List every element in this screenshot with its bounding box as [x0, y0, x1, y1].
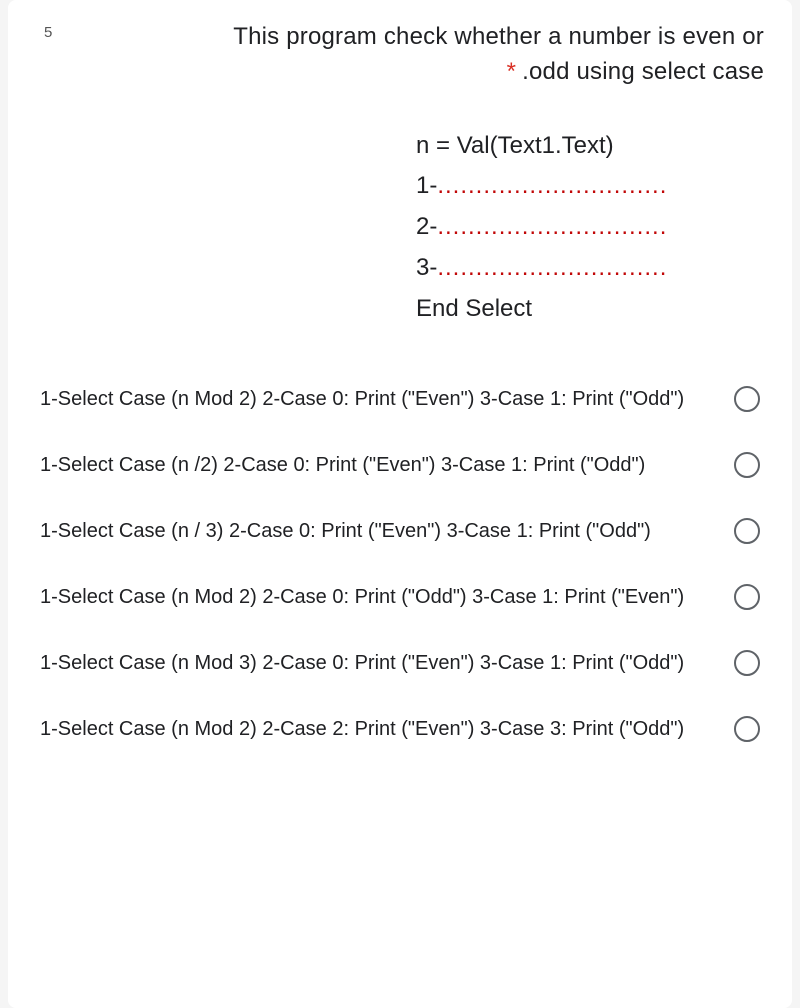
code-line-4: End Select: [416, 289, 764, 330]
option-text: 1-Select Case (n Mod 3) 2-Case 0: Print …: [40, 648, 714, 678]
question-number: 5: [44, 24, 52, 41]
option-text: 1-Select Case (n Mod 2) 2-Case 0: Print …: [40, 582, 714, 612]
option-row[interactable]: 1-Select Case (n Mod 3) 2-Case 0: Print …: [36, 630, 764, 696]
question-title: This program check whether a number is e…: [104, 20, 764, 90]
code-line-0: n = Val(Text1.Text): [416, 126, 764, 167]
option-row[interactable]: 1-Select Case (n Mod 2) 2-Case 2: Print …: [36, 696, 764, 762]
code-line-1-prefix: 1-: [416, 172, 437, 199]
option-row[interactable]: 1-Select Case (n / 3) 2-Case 0: Print ("…: [36, 498, 764, 564]
radio-icon[interactable]: [734, 650, 760, 676]
option-row[interactable]: 1-Select Case (n /2) 2-Case 0: Print ("E…: [36, 432, 764, 498]
code-line-1-dots: ..............................: [437, 172, 667, 199]
radio-icon[interactable]: [734, 716, 760, 742]
code-block: n = Val(Text1.Text) 1-..................…: [36, 126, 764, 330]
option-text: 1-Select Case (n Mod 2) 2-Case 2: Print …: [40, 714, 714, 744]
radio-icon[interactable]: [734, 518, 760, 544]
option-row[interactable]: 1-Select Case (n Mod 2) 2-Case 0: Print …: [36, 564, 764, 630]
required-mark: *: [507, 58, 517, 85]
option-text: 1-Select Case (n /2) 2-Case 0: Print ("E…: [40, 450, 714, 480]
code-line-3-dots: ..............................: [437, 254, 667, 281]
code-line-2-dots: ..............................: [437, 213, 667, 240]
radio-icon[interactable]: [734, 452, 760, 478]
code-line-3: 3-..............................: [416, 248, 764, 289]
question-header: 5 This program check whether a number is…: [36, 20, 764, 90]
code-line-3-prefix: 3-: [416, 254, 437, 281]
options-list: 1-Select Case (n Mod 2) 2-Case 0: Print …: [36, 366, 764, 762]
option-text: 1-Select Case (n Mod 2) 2-Case 0: Print …: [40, 384, 714, 414]
question-title-line2: .odd using select case: [522, 58, 764, 85]
code-line-2-prefix: 2-: [416, 213, 437, 240]
option-row[interactable]: 1-Select Case (n Mod 2) 2-Case 0: Print …: [36, 366, 764, 432]
code-line-1: 1-..............................: [416, 166, 764, 207]
radio-icon[interactable]: [734, 584, 760, 610]
question-card: 5 This program check whether a number is…: [8, 0, 792, 1008]
option-text: 1-Select Case (n / 3) 2-Case 0: Print ("…: [40, 516, 714, 546]
code-line-2: 2-..............................: [416, 207, 764, 248]
question-number-group: 5: [36, 20, 86, 41]
question-title-line1: This program check whether a number is e…: [233, 23, 764, 50]
radio-icon[interactable]: [734, 386, 760, 412]
